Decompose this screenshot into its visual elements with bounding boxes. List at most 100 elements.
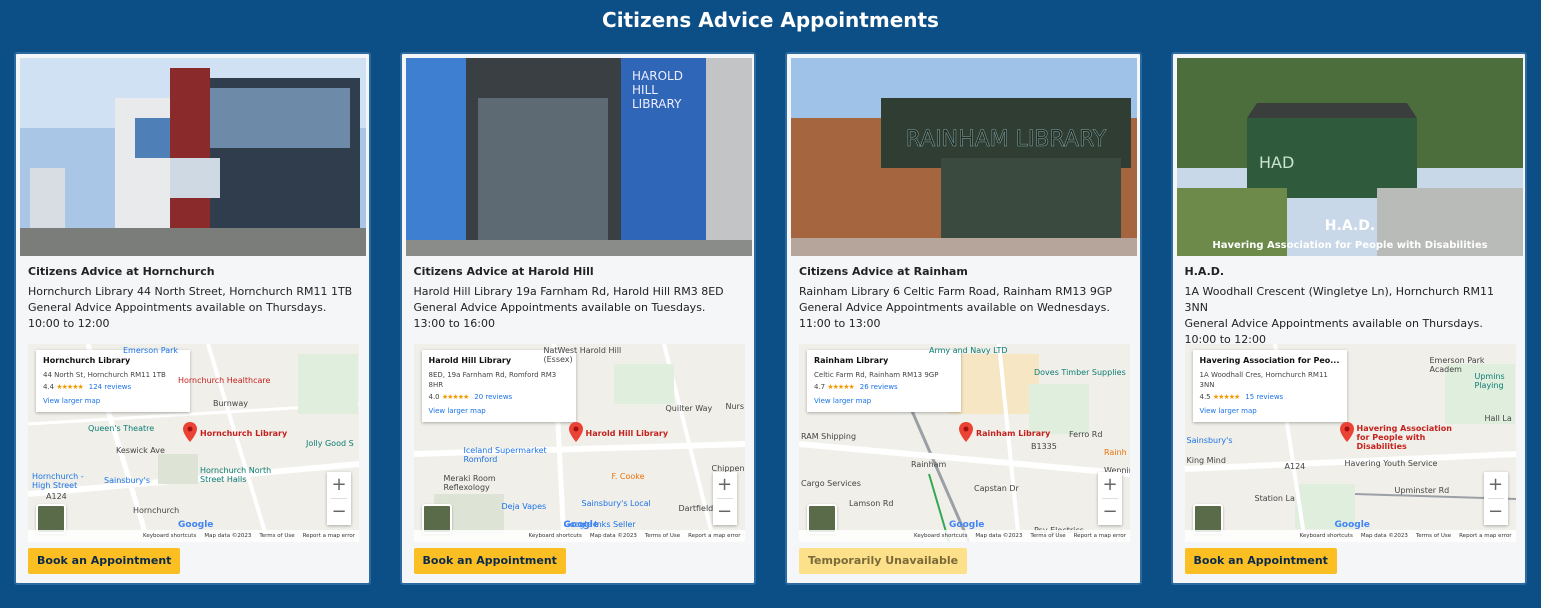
- book-appointment-button[interactable]: Book an Appointment: [413, 548, 566, 574]
- card-hornchurch: Citizens Advice at Hornchurch Hornchurch…: [14, 52, 371, 585]
- keyboard-shortcuts-link[interactable]: Keyboard shortcuts: [143, 533, 196, 539]
- reviews-link[interactable]: 20 reviews: [474, 393, 512, 401]
- rating-value: 4.5: [1199, 393, 1211, 401]
- map-infobox: Hornchurch Library 44 North St, Hornchur…: [36, 350, 190, 412]
- keyboard-shortcuts-link[interactable]: Keyboard shortcuts: [914, 533, 967, 539]
- card-info: H.A.D. 1A Woodhall Crescent (Wingletye L…: [1185, 264, 1520, 348]
- keyboard-shortcuts-link[interactable]: Keyboard shortcuts: [529, 533, 582, 539]
- report-error-link[interactable]: Report a map error: [1074, 533, 1126, 539]
- map-label: Hall La: [1484, 414, 1512, 423]
- rating-stars-icon: ★★★★★: [1212, 393, 1240, 401]
- photo-caption: H.A.D.: [1324, 218, 1374, 234]
- map-label: Upminster Rd: [1394, 486, 1450, 495]
- map-had[interactable]: Havering Association for Peo... 1A Woodh…: [1184, 344, 1516, 542]
- reviews-link[interactable]: 124 reviews: [89, 383, 131, 391]
- card-info: Citizens Advice at Hornchurch Hornchurch…: [28, 264, 363, 332]
- map-label: Emerson Park: [123, 346, 179, 355]
- map-label: NatWest Harold Hill (Essex): [543, 346, 622, 364]
- map-data-text: Map data ©2023: [1360, 533, 1408, 539]
- card-availability: General Advice Appointments available on…: [1184, 317, 1483, 330]
- reviews-link[interactable]: 15 reviews: [1245, 393, 1283, 401]
- map-infobox-address: 1A Woodhall Cres, Hornchurch RM11 3NN: [1199, 371, 1328, 389]
- photo-caption: Havering Association for People with Dis…: [1212, 240, 1487, 251]
- photo-sign: RAINHAM LIBRARY: [906, 127, 1107, 152]
- card-address: 1A Woodhall Crescent (Wingletye Ln), Hor…: [1184, 285, 1495, 314]
- photo-sign-line: HAROLD: [632, 69, 683, 83]
- map-infobox-rating: 4.0 ★★★★★ 20 reviews: [429, 392, 569, 402]
- terms-link[interactable]: Terms of Use: [1030, 533, 1065, 539]
- map-label: B1335: [1031, 442, 1057, 451]
- map-data-text: Map data ©2023: [204, 533, 252, 539]
- map-label: Burnway: [213, 399, 248, 408]
- map-harold-hill[interactable]: Harold Hill Library 8ED, 19a Farnham Rd,…: [413, 344, 745, 542]
- map-label: Meraki Room Reflexology: [443, 474, 496, 492]
- map-label: A124: [46, 492, 67, 501]
- temporarily-unavailable-button[interactable]: Temporarily Unavailable: [799, 548, 968, 574]
- map-infobox-address: Celtic Farm Rd, Rainham RM13 9GP: [814, 371, 939, 379]
- report-error-link[interactable]: Report a map error: [303, 533, 355, 539]
- map-label: Hornchurch Healthcare: [178, 376, 271, 385]
- map-label: RAM Shipping: [801, 432, 857, 441]
- map-label: Hornchurch North Street Halls: [200, 466, 272, 484]
- map-footer: Keyboard shortcuts Map data ©2023 Terms of…: [799, 530, 1130, 542]
- book-appointment-button[interactable]: Book an Appointment: [28, 548, 181, 574]
- map-label: Upmins Playing: [1474, 372, 1505, 390]
- view-larger-map-link[interactable]: View larger map: [1200, 406, 1340, 416]
- map-infobox-rating: 4.4 ★★★★★ 124 reviews: [43, 382, 183, 392]
- photo-harold-hill: HAROLD HILL LIBRARY: [405, 58, 752, 256]
- map-label: Cargo Services: [801, 479, 861, 488]
- map-infobox-address: 8ED, 19a Farnham Rd, Romford RM3 8HR: [428, 371, 557, 389]
- map-label: Sainsbury's: [1186, 436, 1233, 445]
- google-logo: Google: [178, 520, 214, 530]
- map-label: Lamson Rd: [849, 499, 894, 508]
- card-name: H.A.D.: [1184, 265, 1225, 278]
- photo-sign: HAD: [1259, 153, 1294, 172]
- map-label: Jolly Good S: [306, 439, 354, 448]
- card-address: Hornchurch Library 44 North Street, Horn…: [28, 285, 353, 298]
- map-pin-icon[interactable]: [959, 422, 973, 442]
- rating-value: 4.0: [428, 393, 440, 401]
- zoom-out-button[interactable]: −: [1484, 499, 1508, 525]
- map-footer: Keyboard shortcuts Map data ©2023 Terms of…: [28, 530, 359, 542]
- map-label: Keswick Ave: [116, 446, 165, 455]
- view-larger-map-link[interactable]: View larger map: [43, 396, 183, 406]
- zoom-out-button[interactable]: −: [1098, 499, 1122, 525]
- zoom-out-button[interactable]: −: [713, 499, 737, 525]
- photo-sign-line: LIBRARY: [632, 97, 682, 111]
- map-rainham[interactable]: Rainham Library Celtic Farm Rd, Rainham …: [799, 344, 1130, 542]
- map-label: Hornchurch - High Street: [32, 472, 84, 490]
- terms-link[interactable]: Terms of Use: [645, 533, 680, 539]
- terms-link[interactable]: Terms of Use: [1416, 533, 1451, 539]
- report-error-link[interactable]: Report a map error: [688, 533, 740, 539]
- map-label: Rainh: [1104, 448, 1127, 457]
- map-label: King Mind: [1186, 456, 1226, 465]
- view-larger-map-link[interactable]: View larger map: [814, 396, 954, 406]
- map-pin-icon[interactable]: [568, 422, 583, 442]
- report-error-link[interactable]: Report a map error: [1459, 533, 1511, 539]
- map-infobox: Havering Association for Peo... 1A Woodh…: [1192, 350, 1347, 422]
- terms-link[interactable]: Terms of Use: [259, 533, 294, 539]
- zoom-in-button[interactable]: +: [1098, 472, 1122, 498]
- map-infobox-title: Hornchurch Library: [43, 356, 131, 365]
- view-larger-map-link[interactable]: View larger map: [429, 406, 569, 416]
- reviews-link[interactable]: 26 reviews: [860, 383, 898, 391]
- card-had: HAD H.A.D. Havering Association for Peop…: [1170, 52, 1527, 585]
- photo-rainham: RAINHAM LIBRARY: [791, 58, 1137, 256]
- zoom-in-button[interactable]: +: [327, 472, 351, 498]
- card-address: Rainham Library 6 Celtic Farm Road, Rain…: [799, 285, 1113, 298]
- map-footer: Keyboard shortcuts Map data ©2023 Terms of…: [413, 530, 745, 542]
- map-pin-label: Rainham Library: [976, 429, 1051, 438]
- map-zoom-controls: + −: [327, 472, 351, 525]
- map-pin-icon[interactable]: [1339, 422, 1354, 442]
- photo-sign-line: HILL: [632, 83, 658, 97]
- keyboard-shortcuts-link[interactable]: Keyboard shortcuts: [1300, 533, 1353, 539]
- book-appointment-button[interactable]: Book an Appointment: [1184, 548, 1337, 574]
- card-hours: 10:00 to 12:00: [28, 317, 110, 330]
- map-hornchurch[interactable]: Hornchurch Library 44 North St, Hornchur…: [28, 344, 359, 542]
- map-pin-icon[interactable]: [183, 422, 197, 442]
- zoom-out-button[interactable]: −: [327, 499, 351, 525]
- map-label: Ferro Rd: [1069, 430, 1103, 439]
- zoom-in-button[interactable]: +: [1484, 472, 1508, 498]
- map-label: Sainsbury's Local: [581, 499, 651, 508]
- zoom-in-button[interactable]: +: [713, 472, 737, 498]
